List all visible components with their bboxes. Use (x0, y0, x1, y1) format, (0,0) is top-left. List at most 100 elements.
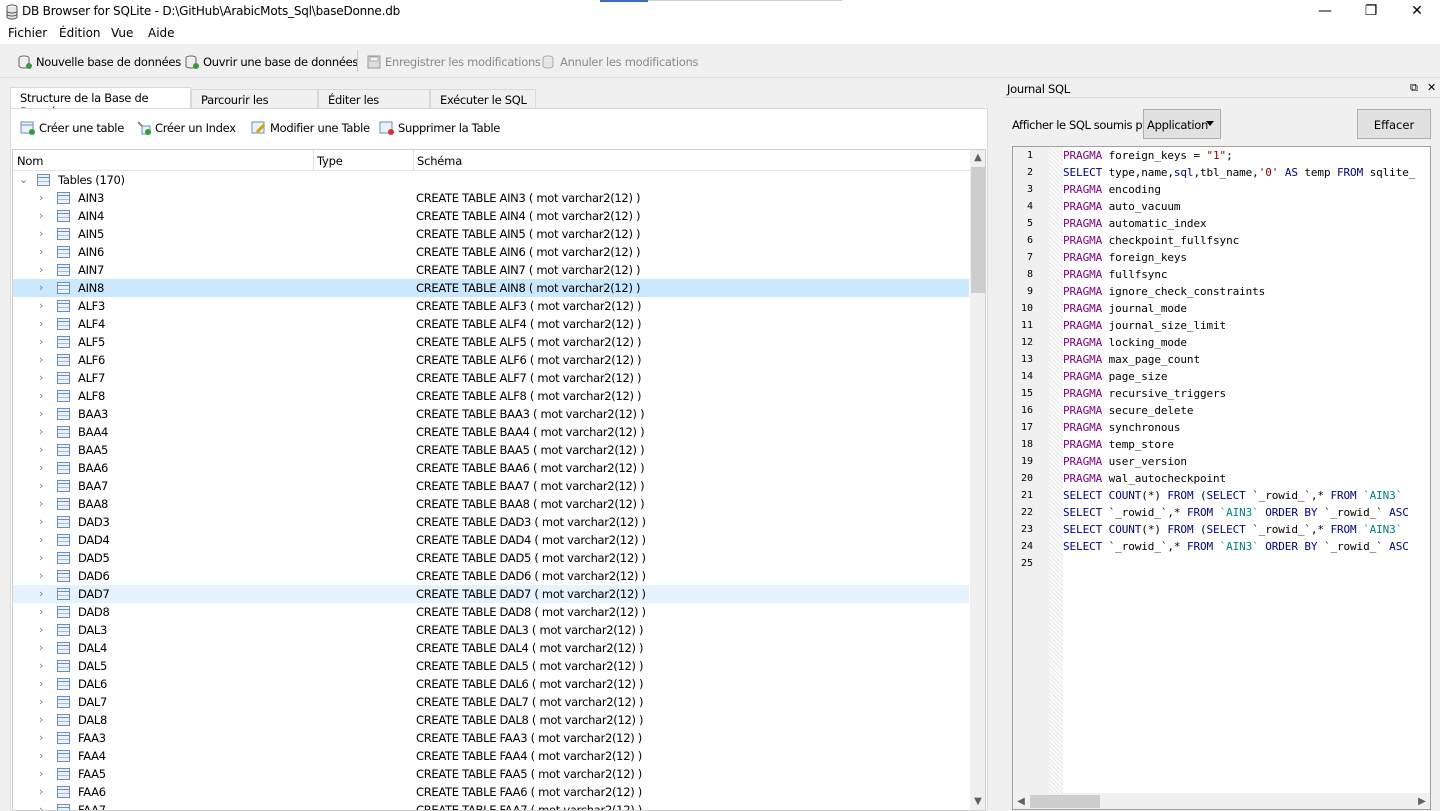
table-row[interactable]: › BAA3 CREATE TABLE BAA3 ( mot varchar2(12… (13, 405, 969, 423)
minimize-button[interactable]: — (1302, 0, 1348, 24)
chevron-right-icon[interactable]: › (39, 695, 49, 709)
open-database-button[interactable]: Ouvrir une base de données (185, 52, 358, 72)
scroll-up-icon[interactable]: ▲ (970, 150, 985, 166)
table-row[interactable]: › FAA4 CREATE TABLE FAA4 ( mot varchar2(12… (13, 747, 969, 765)
chevron-right-icon[interactable]: › (39, 731, 49, 745)
tab-edit-pragmas[interactable]: Éditer les Pragmas (318, 89, 430, 121)
table-row[interactable]: › BAA7 CREATE TABLE BAA7 ( mot varchar2(12… (13, 477, 969, 495)
table-row[interactable]: › AIN7 CREATE TABLE AIN7 ( mot varchar2(12… (13, 261, 969, 279)
close-dock-icon[interactable]: ✕ (1427, 81, 1436, 94)
table-row[interactable]: › DAD8 CREATE TABLE DAD8 ( mot varchar2(12… (13, 603, 969, 621)
tree-vertical-scrollbar[interactable]: ▲ ▼ (970, 150, 985, 810)
chevron-right-icon[interactable]: › (39, 551, 49, 565)
table-row[interactable]: › FAA5 CREATE TABLE FAA5 ( mot varchar2(12… (13, 765, 969, 783)
chevron-right-icon[interactable]: › (39, 389, 49, 403)
revert-changes-button[interactable]: Annuler les modifications (542, 52, 698, 72)
table-row[interactable]: › AIN4 CREATE TABLE AIN4 ( mot varchar2(12… (13, 207, 969, 225)
save-changes-button[interactable]: Enregistrer les modifications (367, 52, 541, 72)
scroll-down-icon[interactable]: ▼ (970, 794, 985, 810)
chevron-right-icon[interactable]: › (39, 587, 49, 601)
tab-execute-sql[interactable]: Exécuter le SQL (430, 89, 536, 109)
table-row[interactable]: › AIN5 CREATE TABLE AIN5 ( mot varchar2(12… (13, 225, 969, 243)
table-row[interactable]: › ALF6 CREATE TABLE ALF6 ( mot varchar2(12… (13, 351, 969, 369)
chevron-right-icon[interactable]: › (39, 227, 49, 241)
table-row[interactable]: › ALF8 CREATE TABLE ALF8 ( mot varchar2(12… (13, 387, 969, 405)
table-row[interactable]: › ALF4 CREATE TABLE ALF4 ( mot varchar2(12… (13, 315, 969, 333)
chevron-right-icon[interactable]: › (39, 533, 49, 547)
menu-edition[interactable]: Édition (59, 26, 101, 40)
chevron-right-icon[interactable]: › (39, 515, 49, 529)
chevron-down-icon[interactable]: ⌄ (19, 173, 29, 187)
table-row[interactable]: › DAL8 CREATE TABLE DAL8 ( mot varchar2(12… (13, 711, 969, 729)
chevron-right-icon[interactable]: › (39, 407, 49, 421)
table-row[interactable]: › DAD6 CREATE TABLE DAD6 ( mot varchar2(12… (13, 567, 969, 585)
float-dock-icon[interactable]: ⧉ (1410, 81, 1418, 95)
chevron-right-icon[interactable]: › (39, 443, 49, 457)
delete-table-button[interactable]: Supprimer la Table (379, 120, 500, 135)
chevron-right-icon[interactable]: › (39, 605, 49, 619)
table-row[interactable]: › DAD7 CREATE TABLE DAD7 ( mot varchar2(12… (13, 585, 969, 603)
chevron-right-icon[interactable]: › (39, 209, 49, 223)
create-table-button[interactable]: Créer une table (20, 120, 124, 135)
table-row[interactable]: › DAD4 CREATE TABLE DAD4 ( mot varchar2(12… (13, 531, 969, 549)
editor-horizontal-scrollbar[interactable]: ◀ ▶ (1013, 793, 1430, 809)
chevron-right-icon[interactable]: › (39, 497, 49, 511)
chevron-right-icon[interactable]: › (39, 569, 49, 583)
menu-fichier[interactable]: Fichier (8, 26, 47, 40)
table-row[interactable]: › AIN3 CREATE TABLE AIN3 ( mot varchar2(12… (13, 189, 969, 207)
chevron-right-icon[interactable]: › (39, 299, 49, 313)
chevron-right-icon[interactable]: › (39, 785, 49, 799)
chevron-right-icon[interactable]: › (39, 263, 49, 277)
column-divider[interactable] (413, 150, 414, 171)
table-row[interactable]: › ALF3 CREATE TABLE ALF3 ( mot varchar2(12… (13, 297, 969, 315)
chevron-right-icon[interactable]: › (39, 335, 49, 349)
chevron-right-icon[interactable]: › (39, 191, 49, 205)
table-row[interactable]: › BAA5 CREATE TABLE BAA5 ( mot varchar2(12… (13, 441, 969, 459)
scroll-right-icon[interactable]: ▶ (1414, 793, 1430, 809)
chevron-right-icon[interactable]: › (39, 641, 49, 655)
modify-table-button[interactable]: Modifier une Table (251, 120, 370, 135)
table-row[interactable]: › AIN8 CREATE TABLE AIN8 ( mot varchar2(12… (13, 279, 969, 297)
maximize-button[interactable]: ❐ (1348, 0, 1394, 24)
column-header-name[interactable]: Nom (17, 154, 43, 168)
column-header-schema[interactable]: Schéma (417, 154, 462, 168)
tab-browse-data[interactable]: Parcourir les données (191, 89, 318, 121)
scroll-left-icon[interactable]: ◀ (1013, 793, 1029, 809)
submitted-by-select[interactable]: Application (1143, 109, 1221, 139)
scroll-thumb[interactable] (1030, 795, 1100, 808)
new-database-button[interactable]: Nouvelle base de données (18, 52, 181, 72)
create-index-button[interactable]: Créer un Index (136, 120, 236, 135)
table-row[interactable]: › AIN6 CREATE TABLE AIN6 ( mot varchar2(12… (13, 243, 969, 261)
tables-group-row[interactable]: ⌄ Tables (170) (13, 171, 969, 189)
menu-vue[interactable]: Vue (111, 26, 133, 40)
chevron-right-icon[interactable]: › (39, 713, 49, 727)
chevron-right-icon[interactable]: › (39, 479, 49, 493)
table-row[interactable]: › DAL5 CREATE TABLE DAL5 ( mot varchar2(12… (13, 657, 969, 675)
chevron-right-icon[interactable]: › (39, 461, 49, 475)
chevron-right-icon[interactable]: › (39, 749, 49, 763)
chevron-right-icon[interactable]: › (39, 245, 49, 259)
table-row[interactable]: › ALF5 CREATE TABLE ALF5 ( mot varchar2(12… (13, 333, 969, 351)
table-row[interactable]: › BAA4 CREATE TABLE BAA4 ( mot varchar2(12… (13, 423, 969, 441)
menu-aide[interactable]: Aide (148, 26, 175, 40)
clear-log-button[interactable]: Effacer (1357, 109, 1431, 139)
table-row[interactable]: › DAL3 CREATE TABLE DAL3 ( mot varchar2(12… (13, 621, 969, 639)
sql-log-editor[interactable]: 1 2 3 4 5 6 7 8 9 10 11 12 13 14 15 16 17 18 19 20 21 22 23 24 2… (1012, 146, 1431, 810)
tab-structure[interactable]: Structure de la Base de Données (10, 87, 191, 119)
chevron-right-icon[interactable]: › (39, 317, 49, 331)
scroll-thumb[interactable] (971, 167, 985, 293)
column-divider[interactable] (313, 150, 314, 171)
table-row[interactable]: › DAL4 CREATE TABLE DAL4 ( mot varchar2(12… (13, 639, 969, 657)
chevron-right-icon[interactable]: › (39, 281, 49, 295)
chevron-right-icon[interactable]: › (39, 425, 49, 439)
table-row[interactable]: › DAL7 CREATE TABLE DAL7 ( mot varchar2(12… (13, 693, 969, 711)
table-row[interactable]: › ALF7 CREATE TABLE ALF7 ( mot varchar2(12… (13, 369, 969, 387)
table-row[interactable]: › FAA6 CREATE TABLE FAA6 ( mot varchar2(12… (13, 783, 969, 801)
table-row[interactable]: › BAA6 CREATE TABLE BAA6 ( mot varchar2(12… (13, 459, 969, 477)
column-header-type[interactable]: Type (317, 154, 343, 168)
table-row[interactable]: › DAD3 CREATE TABLE DAD3 ( mot varchar2(12… (13, 513, 969, 531)
table-row[interactable]: › DAL6 CREATE TABLE DAL6 ( mot varchar2(12… (13, 675, 969, 693)
table-row[interactable]: › BAA8 CREATE TABLE BAA8 ( mot varchar2(12… (13, 495, 969, 513)
table-row[interactable]: › FAA3 CREATE TABLE FAA3 ( mot varchar2(12… (13, 729, 969, 747)
chevron-right-icon[interactable]: › (39, 371, 49, 385)
